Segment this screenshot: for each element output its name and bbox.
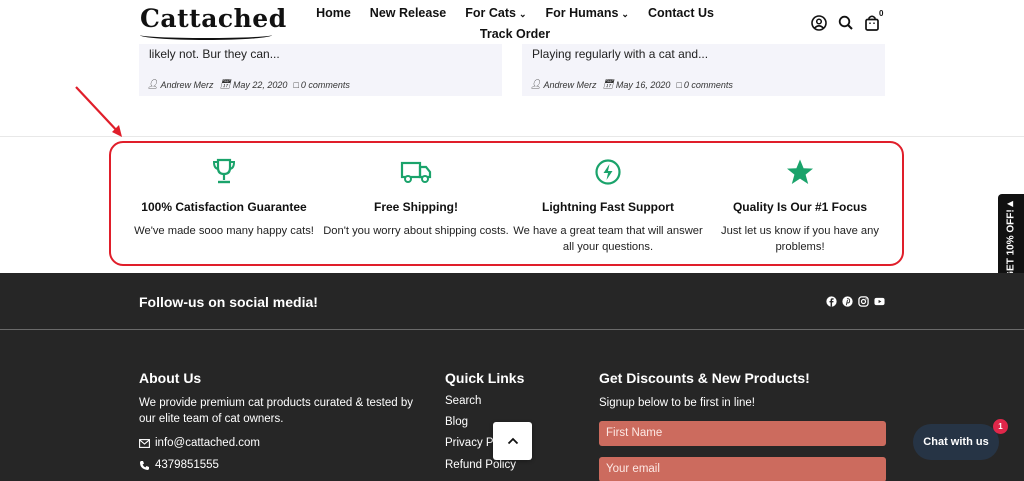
chat-button[interactable]: Chat with us [913,424,999,460]
chevron-down-icon: ⌄ [518,9,527,19]
nav-contact-us[interactable]: Contact Us [648,6,714,20]
nav-track-order[interactable]: Track Order [480,27,550,41]
blog-excerpt: Playing regularly with a cat and... [532,47,709,61]
blog-excerpt: likely not. Bur they can... [149,47,280,61]
calendar-icon: 📅︎ [602,79,614,89]
feature-description: Just let us know if you have any problem… [721,225,879,253]
instagram-icon[interactable] [858,296,869,307]
pinterest-icon[interactable] [842,296,853,307]
blog-card[interactable]: likely not. Bur they can... 👤︎ Andrew Mer… [139,40,502,96]
star-icon [787,159,813,184]
cart-count-badge: 0 [879,9,884,18]
site-logo[interactable]: Cattached [140,4,287,33]
lightning-icon [595,159,621,185]
youtube-icon[interactable] [874,296,885,307]
comment-icon: □ [676,79,682,90]
feature-item: Lightning Fast Support We have a great t… [513,158,703,255]
comment-icon: □ [293,79,299,90]
footer-link-blog[interactable]: Blog [445,416,468,428]
account-icon[interactable] [810,14,828,32]
feature-description: We've made sooo many happy cats! [134,225,314,237]
email-field[interactable] [599,457,886,481]
blog-meta: 👤︎ Andrew Merz 📅︎ May 22, 2020 □ 0 comments [147,79,350,90]
footer-link-search[interactable]: Search [445,395,481,407]
footer-link-refund[interactable]: Refund Policy [445,459,516,471]
author-icon: 👤︎ [147,79,159,89]
facebook-icon[interactable] [826,296,837,307]
discount-tab-label: GET 10% OFF! [1005,209,1017,279]
page: likely not. Bur they can... 👤︎ Andrew Mer… [0,0,1024,481]
discounts-heading: Get Discounts & New Products! [599,370,810,386]
scroll-to-top-button[interactable] [493,422,532,460]
blog-card[interactable]: Playing regularly with a cat and... 👤︎ An… [522,40,885,96]
calendar-icon: 📅︎ [219,79,231,89]
feature-title: Quality Is Our #1 Focus [732,200,868,214]
nav-for-humans[interactable]: For Humans ⌄ [545,6,628,20]
chevron-up-icon [507,437,518,445]
chat-notification-badge: 1 [993,419,1008,434]
blog-meta: 👤︎ Andrew Merz 📅︎ May 16, 2020 □ 0 comments [530,79,733,90]
phone-icon [140,460,149,470]
contact-email[interactable]: info@cattached.com [139,437,260,449]
feature-description: Don't you worry about shipping costs. [323,225,509,237]
site-header: Cattached Home New Release For Cats ⌄ For… [0,0,1024,44]
feature-title: Free Shipping! [374,200,458,214]
section-divider [0,136,1024,137]
feature-title: 100% Catisfaction Guarantee [141,200,307,214]
nav-for-cats[interactable]: For Cats ⌄ [465,6,526,20]
caret-left-icon: ◀ [1007,199,1014,208]
feature-title: Lightning Fast Support [542,200,674,214]
chevron-down-icon: ⌄ [621,9,629,19]
blog-comments[interactable]: 0 comments [301,80,350,90]
author-icon: 👤︎ [530,79,542,89]
logo-underline [140,30,272,40]
annotation-arrow-icon [75,86,122,137]
envelope-icon [139,438,150,448]
footer-link-privacy[interactable]: Privacy P [445,437,494,449]
quick-links-heading: Quick Links [445,370,525,386]
footer-divider [0,329,1024,330]
nav-new-release[interactable]: New Release [370,6,446,20]
main-nav: Home New Release For Cats ⌄ For Humans ⌄ C… [316,6,714,41]
feature-item: Quality Is Our #1 Focus Just let us know… [705,158,895,255]
first-name-field[interactable] [599,421,886,446]
search-icon[interactable] [837,14,855,32]
discounts-subtitle: Signup below to be first in line! [599,397,755,409]
blog-date: May 16, 2020 [615,79,671,90]
about-text: We provide premium cat products curated … [139,397,414,425]
trophy-icon [212,158,236,184]
feature-item: 100% Catisfaction Guarantee We've made s… [129,158,319,239]
contact-phone[interactable]: 4379851555 [139,459,219,471]
footer-follow-heading: Follow-us on social media! [139,294,318,310]
blog-author[interactable]: Andrew Merz [160,80,213,90]
blog-date: May 22, 2020 [232,79,288,90]
about-heading: About Us [139,370,202,386]
feature-item: Free Shipping! Don't you worry about shi… [321,158,511,239]
chat-button-label: Chat with us [923,436,989,448]
truck-icon [400,161,432,183]
nav-home[interactable]: Home [316,6,351,20]
blog-comments[interactable]: 0 comments [684,80,733,90]
blog-author[interactable]: Andrew Merz [543,80,596,90]
feature-description: We have a great team that will answer al… [513,225,703,253]
